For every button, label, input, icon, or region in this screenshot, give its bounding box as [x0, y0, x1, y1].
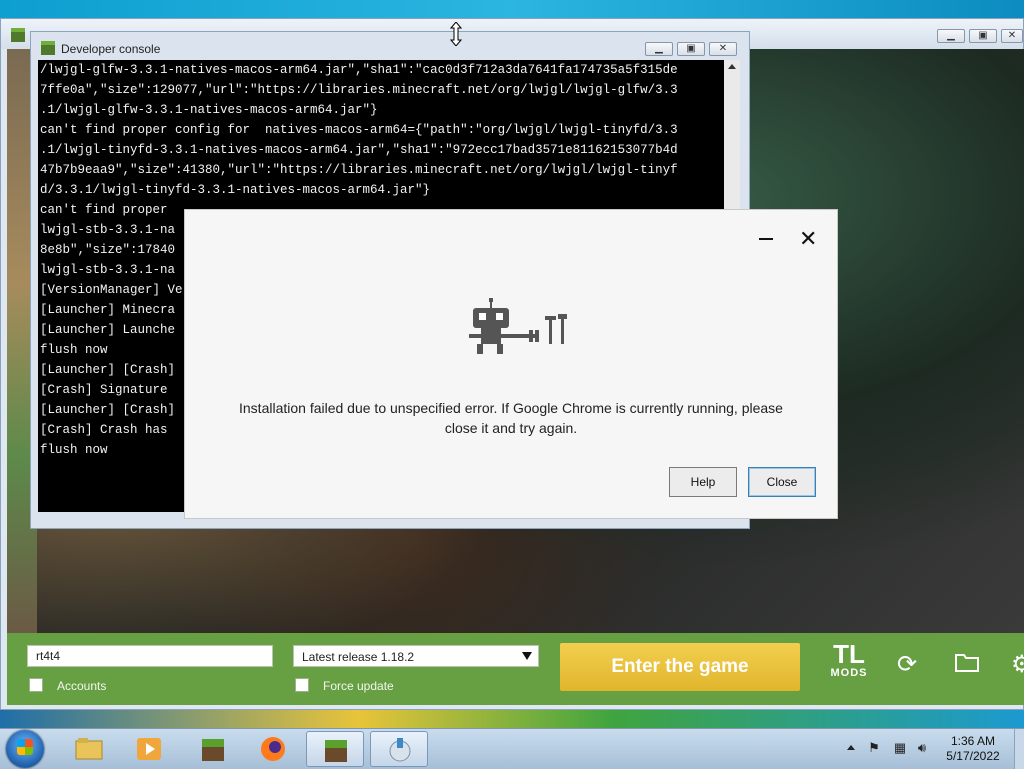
windows-logo-icon — [17, 739, 33, 755]
taskbar: ⚑ ▦ 🔊︎ 1:36 AM 5/17/2022 — [0, 728, 1024, 769]
taskbar-installer[interactable] — [370, 731, 428, 767]
force-update-checkbox[interactable] — [295, 678, 309, 692]
scroll-up-icon[interactable] — [728, 64, 736, 69]
taskbar-minecraft[interactable] — [184, 731, 242, 767]
network-icon[interactable]: ▦ — [892, 741, 908, 755]
clock-time: 1:36 AM — [950, 734, 996, 748]
taskbar-minecraft-launcher[interactable] — [306, 731, 364, 767]
dialog-message: Installation failed due to unspecified e… — [205, 398, 817, 438]
console-close-button[interactable]: ✕ — [709, 42, 737, 56]
desktop-background-top — [0, 0, 1024, 20]
accounts-checkbox[interactable] — [29, 678, 43, 692]
tlmods-logo[interactable]: TL MODS — [825, 641, 873, 693]
desktop-background-bottom — [0, 708, 1024, 730]
dialog-message-line1: Installation failed due to unspecified e… — [239, 400, 783, 416]
settings-icon[interactable]: ⚙ — [1011, 651, 1024, 679]
media-player-icon — [137, 738, 161, 760]
console-line: d/3.3.1/lwjgl-tinyfd-3.3.1-natives-macos… — [40, 183, 431, 197]
console-title: Developer console — [61, 42, 161, 56]
help-button[interactable]: Help — [669, 467, 737, 497]
console-line: .1/lwjgl-tinyfd-3.3.1-natives-macos-arm6… — [40, 143, 678, 157]
taskbar-firefox[interactable] — [244, 731, 302, 767]
account-input[interactable]: rt4t4 — [27, 645, 273, 667]
enter-game-button[interactable]: Enter the game — [560, 643, 800, 691]
tools-icon — [545, 314, 567, 344]
dialog-close-icon[interactable]: ✕ — [799, 226, 817, 252]
show-desktop-button[interactable] — [1014, 729, 1024, 769]
close-button[interactable]: ✕ — [1001, 29, 1023, 43]
dialog-close-button[interactable]: Close — [748, 467, 816, 497]
dialog-message-line2: close it and try again. — [444, 420, 578, 436]
taskbar-explorer[interactable] — [60, 731, 118, 767]
volume-icon[interactable]: 🔊︎ — [914, 741, 930, 755]
version-select-value: Latest release 1.18.2 — [302, 650, 415, 664]
console-line: 47b7b9eaa9","size":41380,"url":"https://… — [40, 163, 678, 177]
maximize-button[interactable]: ▣ — [969, 29, 997, 43]
minecraft-icon — [202, 739, 224, 761]
folder-icon — [75, 738, 103, 760]
console-maximize-button[interactable]: ▣ — [677, 42, 705, 56]
show-hidden-icons-icon[interactable] — [847, 745, 855, 750]
console-minimize-button[interactable]: ▁ — [645, 42, 673, 56]
dialog-minimize-button[interactable] — [759, 238, 773, 240]
folder-icon[interactable] — [953, 651, 981, 679]
installer-icon — [389, 738, 411, 762]
clock-date: 5/17/2022 — [946, 749, 1000, 763]
minecraft-icon — [325, 740, 347, 762]
accounts-label: Accounts — [57, 679, 107, 693]
robot-icon — [469, 298, 567, 354]
minecraft-icon — [11, 28, 25, 42]
logo-top-text: TL — [833, 639, 865, 669]
console-line: can't find proper config for natives-mac… — [40, 123, 678, 137]
refresh-icon[interactable]: ⟳ — [893, 651, 921, 679]
installer-error-dialog: ✕ Installation failed due to unspecified… — [184, 209, 838, 519]
taskbar-media-player[interactable] — [120, 731, 178, 767]
minecraft-icon — [41, 41, 55, 55]
console-line: /lwjgl-glfw-3.3.1-natives-macos-arm64.ja… — [40, 63, 678, 77]
version-select[interactable]: Latest release 1.18.2 — [293, 645, 539, 667]
chevron-down-icon — [522, 652, 532, 660]
firefox-icon — [261, 737, 285, 761]
launcher-bottom-panel: rt4t4 Latest release 1.18.2 Accounts For… — [7, 633, 1024, 705]
console-line: 7ffe0a","size":129077,"url":"https://lib… — [40, 83, 678, 97]
logo-bottom-text: MODS — [830, 667, 868, 679]
minimize-button[interactable]: ▁ — [937, 29, 965, 43]
start-button[interactable] — [6, 730, 44, 768]
force-update-label: Force update — [323, 679, 394, 693]
system-clock[interactable]: 1:36 AM 5/17/2022 — [940, 734, 1006, 764]
resize-cursor-icon — [450, 22, 462, 46]
action-center-icon[interactable]: ⚑ — [866, 741, 882, 755]
console-line: .1/lwjgl-glfw-3.3.1-natives-macos-arm64.… — [40, 103, 378, 117]
